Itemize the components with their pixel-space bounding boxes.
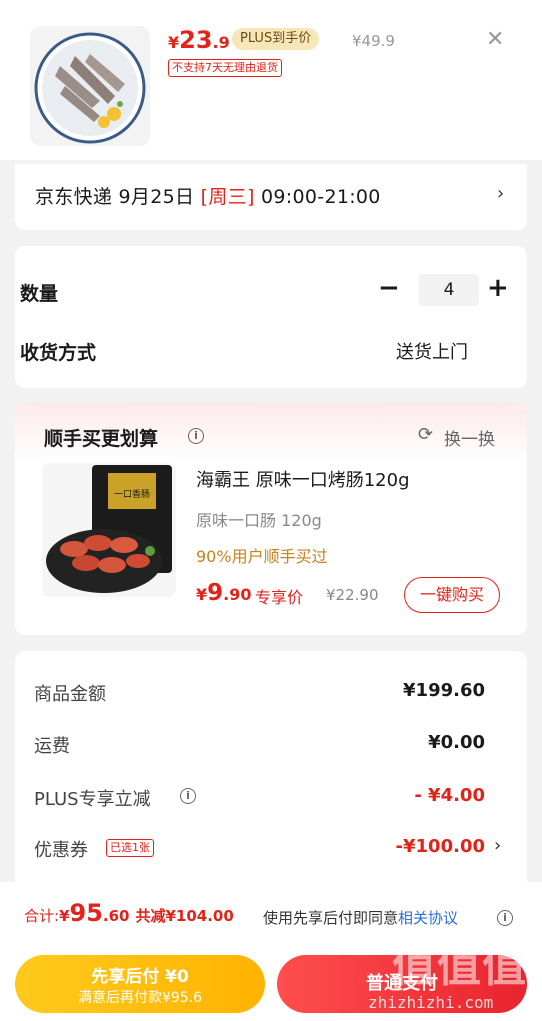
plus-discount-value: - ¥4.00 <box>414 785 485 806</box>
order-options-card <box>15 246 527 388</box>
addon-price: ¥9.90 <box>196 580 252 606</box>
product-original-price: ¥49.9 <box>352 32 395 50</box>
exclusive-price-label: 专享价 <box>255 588 304 607</box>
shipping-fee-value: ¥0.00 <box>428 732 485 753</box>
subtotal-value: ¥199.60 <box>403 680 485 701</box>
subtotal-label: 商品金额 <box>34 684 106 705</box>
addon-original-price: ¥22.90 <box>326 586 379 604</box>
quantity-decrease-button[interactable]: − <box>378 272 400 304</box>
chevron-right-icon: › <box>497 183 505 204</box>
refresh-button[interactable]: 换一换 <box>444 425 495 450</box>
delivery-text: 京东快递 9月25日 [周三] 09:00-21:00 <box>35 186 381 208</box>
refresh-icon[interactable]: ⟳ <box>418 425 433 445</box>
close-icon[interactable]: ✕ <box>486 28 504 52</box>
coupon-value[interactable]: -¥100.00 <box>396 836 485 857</box>
info-icon[interactable]: i <box>188 428 204 444</box>
info-icon[interactable]: i <box>497 910 513 926</box>
addon-product-image[interactable]: 一口香肠 <box>42 463 176 597</box>
plus-discount-label: PLUS专享立减 <box>34 789 151 810</box>
quantity-increase-button[interactable]: + <box>487 272 509 304</box>
addon-product-spec: 原味一口肠 120g <box>196 511 322 530</box>
addon-product-name[interactable]: 海霸王 原味一口烤肠120g <box>196 466 410 492</box>
info-icon[interactable]: i <box>180 788 196 804</box>
addon-title: 顺手买更划算 <box>44 428 159 450</box>
agreement-text: 使用先享后付即同意相关协议 <box>263 909 459 927</box>
package-text: 一口香肠 <box>114 489 150 500</box>
product-image <box>30 26 150 146</box>
plus-price-badge: PLUS到手价 <box>232 28 320 50</box>
addon-popularity: 90%用户顺手买过 <box>196 547 328 566</box>
delivery-row[interactable]: 京东快递 9月25日 [周三] 09:00-21:00 › <box>15 164 527 230</box>
shipping-method-label: 收货方式 <box>20 342 97 364</box>
watermark-logo: 值值值 <box>392 941 527 992</box>
one-click-buy-button[interactable]: 一键购买 <box>404 577 500 613</box>
order-total: 合计: ¥95.60 共减¥104.00 <box>24 899 234 927</box>
watermark-url: zhizhizhi.com <box>368 993 494 1012</box>
quantity-input[interactable]: 4 <box>419 274 479 306</box>
product-price: ¥23.9 <box>168 26 230 54</box>
agreement-link[interactable]: 相关协议 <box>398 909 458 927</box>
coupon-label: 优惠券 <box>34 840 88 861</box>
coupon-selected-tag: 已选1张 <box>106 839 154 857</box>
chevron-right-icon[interactable]: › <box>494 835 501 856</box>
return-policy-tag: 不支持7天无理由退货 <box>168 59 282 77</box>
shipping-fee-label: 运费 <box>34 736 70 757</box>
shipping-method-value[interactable]: 送货上门 <box>396 338 468 364</box>
quantity-label: 数量 <box>20 283 59 305</box>
pay-later-button[interactable]: 先享后付 ¥0 满意后再付款¥95.6 <box>15 955 265 1013</box>
